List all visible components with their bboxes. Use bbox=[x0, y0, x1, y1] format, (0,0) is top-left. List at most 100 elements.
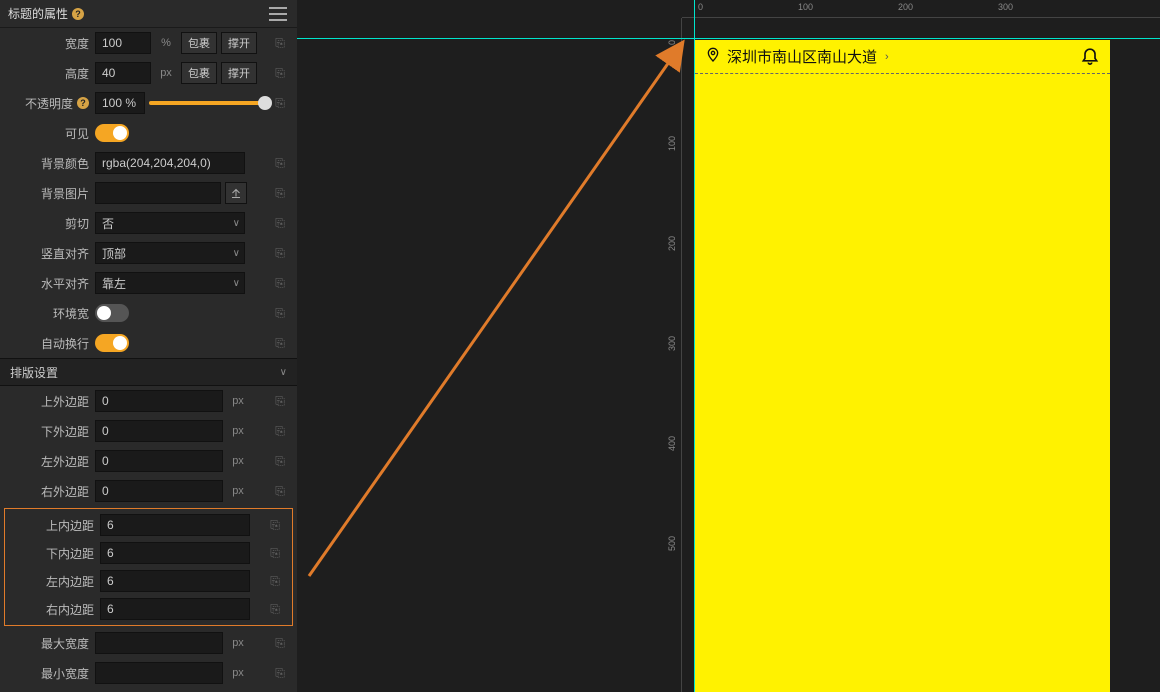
link-icon[interactable]: ⎘ bbox=[264, 570, 286, 592]
link-icon[interactable]: ⎘ bbox=[264, 514, 286, 536]
link-icon[interactable]: ⎘ bbox=[269, 480, 291, 502]
label-padding-bottom: 下内边距 bbox=[5, 545, 100, 562]
padding-bottom-input[interactable] bbox=[100, 542, 250, 564]
margin-bottom-input[interactable] bbox=[95, 420, 223, 442]
label-width: 宽度 bbox=[0, 35, 95, 52]
link-icon[interactable]: ⎘ bbox=[264, 598, 286, 620]
label-margin-top: 上外边距 bbox=[0, 393, 95, 410]
ruler-tick: 0 bbox=[667, 40, 677, 45]
label-halign: 水平对齐 bbox=[0, 275, 95, 292]
padding-top-input[interactable] bbox=[100, 514, 250, 536]
panel-header: 标题的属性 ? bbox=[0, 0, 297, 28]
help-icon[interactable]: ? bbox=[77, 97, 89, 109]
bgcolor-input[interactable] bbox=[95, 152, 245, 174]
unit[interactable]: px bbox=[227, 485, 249, 497]
bgimage-input[interactable] bbox=[95, 182, 221, 204]
height-unit[interactable]: px bbox=[155, 67, 177, 79]
unit[interactable]: px bbox=[227, 455, 249, 467]
link-icon[interactable]: ⎘ bbox=[269, 390, 291, 412]
link-icon[interactable]: ⎘ bbox=[269, 450, 291, 472]
link-icon[interactable]: ⎘ bbox=[269, 332, 291, 354]
width-unit[interactable]: % bbox=[155, 37, 177, 49]
guide-vertical[interactable] bbox=[694, 0, 695, 692]
row-envwidth: 环境宽 ⎘ bbox=[0, 298, 297, 328]
height-input[interactable] bbox=[95, 62, 151, 84]
phone-preview: 深圳市南山区南山大道 › bbox=[695, 40, 1110, 692]
maxwidth-input[interactable] bbox=[95, 632, 223, 654]
label-padding-left: 左内边距 bbox=[5, 573, 100, 590]
height-expand-button[interactable]: 撑开 bbox=[221, 62, 257, 84]
padding-right-input[interactable] bbox=[100, 598, 250, 620]
valign-value: 顶部 bbox=[102, 245, 126, 262]
link-icon[interactable]: ⎘ bbox=[269, 272, 291, 294]
row-padding-bottom: 下内边距 ⎘ bbox=[5, 539, 292, 567]
location-text: 深圳市南山区南山大道 bbox=[727, 46, 877, 67]
help-icon[interactable]: ? bbox=[72, 8, 84, 20]
link-icon[interactable]: ⎘ bbox=[269, 302, 291, 324]
label-margin-bottom: 下外边距 bbox=[0, 423, 95, 440]
margin-right-input[interactable] bbox=[95, 480, 223, 502]
ruler-tick: 0 bbox=[698, 2, 703, 12]
label-envwidth: 环境宽 bbox=[0, 305, 95, 322]
layout-section-header[interactable]: 排版设置 ∨ bbox=[0, 358, 297, 386]
margin-top-input[interactable] bbox=[95, 390, 223, 412]
envwidth-toggle[interactable] bbox=[95, 304, 129, 322]
height-wrap-button[interactable]: 包裹 bbox=[181, 62, 217, 84]
link-icon[interactable]: ⎘ bbox=[269, 62, 291, 84]
ruler-tick: 100 bbox=[667, 136, 677, 151]
margin-left-input[interactable] bbox=[95, 450, 223, 472]
valign-dropdown[interactable]: 顶部 ∨ bbox=[95, 242, 245, 264]
clip-value: 否 bbox=[102, 215, 114, 232]
minwidth-input[interactable] bbox=[95, 662, 223, 684]
location-bar[interactable]: 深圳市南山区南山大道 › bbox=[695, 40, 1110, 74]
link-icon[interactable]: ⎘ bbox=[269, 632, 291, 654]
unit[interactable]: px bbox=[227, 425, 249, 437]
ruler-horizontal: 0 100 200 300 bbox=[682, 0, 1160, 18]
ruler-tick: 200 bbox=[898, 2, 913, 12]
link-icon[interactable]: ⎘ bbox=[269, 242, 291, 264]
unit[interactable]: px bbox=[227, 667, 249, 679]
chevron-down-icon: ∨ bbox=[233, 278, 240, 289]
autowrap-toggle[interactable] bbox=[95, 334, 129, 352]
upload-icon[interactable] bbox=[225, 182, 247, 204]
width-input[interactable] bbox=[95, 32, 151, 54]
row-maxwidth: 最大宽度 px ⎘ bbox=[0, 628, 297, 658]
link-icon[interactable]: ⎘ bbox=[269, 32, 291, 54]
row-halign: 水平对齐 靠左 ∨ ⎘ bbox=[0, 268, 297, 298]
row-minwidth: 最小宽度 px ⎘ bbox=[0, 658, 297, 688]
notification-button[interactable] bbox=[1080, 45, 1100, 68]
link-icon[interactable]: ⎘ bbox=[264, 542, 286, 564]
row-margin-right: 右外边距 px ⎘ bbox=[0, 476, 297, 506]
bell-icon bbox=[1080, 45, 1100, 65]
unit[interactable]: px bbox=[227, 637, 249, 649]
label-bgcolor: 背景颜色 bbox=[0, 155, 95, 172]
chevron-down-icon: ∨ bbox=[233, 218, 240, 229]
link-icon[interactable]: ⎘ bbox=[269, 152, 291, 174]
row-bgcolor: 背景颜色 ⎘ bbox=[0, 148, 297, 178]
clip-dropdown[interactable]: 否 ∨ bbox=[95, 212, 245, 234]
visible-toggle[interactable] bbox=[95, 124, 129, 142]
halign-dropdown[interactable]: 靠左 ∨ bbox=[95, 272, 245, 294]
unit[interactable]: px bbox=[227, 395, 249, 407]
chevron-down-icon: ∨ bbox=[233, 248, 240, 259]
label-opacity: 不透明度 ? bbox=[0, 95, 95, 112]
link-icon[interactable]: ⎘ bbox=[269, 92, 291, 114]
row-autowrap: 自动换行 ⎘ bbox=[0, 328, 297, 358]
width-expand-button[interactable]: 撑开 bbox=[221, 32, 257, 54]
link-icon[interactable]: ⎘ bbox=[269, 182, 291, 204]
link-icon[interactable]: ⎘ bbox=[269, 212, 291, 234]
row-padding-left: 左内边距 ⎘ bbox=[5, 567, 292, 595]
link-icon[interactable]: ⎘ bbox=[269, 420, 291, 442]
opacity-slider[interactable] bbox=[149, 101, 269, 105]
menu-icon[interactable] bbox=[269, 7, 287, 21]
padding-left-input[interactable] bbox=[100, 570, 250, 592]
panel-title: 标题的属性 ? bbox=[8, 5, 84, 22]
chevron-right-icon: › bbox=[885, 51, 889, 63]
ruler-tick: 400 bbox=[667, 436, 677, 451]
row-width: 宽度 % 包裹 撑开 ⎘ bbox=[0, 28, 297, 58]
row-margin-top: 上外边距 px ⎘ bbox=[0, 386, 297, 416]
link-icon[interactable]: ⎘ bbox=[269, 662, 291, 684]
opacity-input[interactable] bbox=[95, 92, 145, 114]
width-wrap-button[interactable]: 包裹 bbox=[181, 32, 217, 54]
guide-horizontal[interactable] bbox=[297, 38, 1160, 39]
